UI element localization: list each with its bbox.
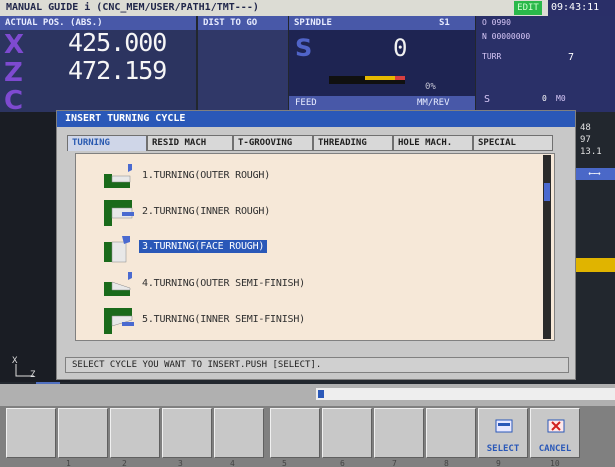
spindle-header: SPINDLE S1 bbox=[289, 16, 475, 30]
cycle-item-outer-rough[interactable]: 1.TURNING(OUTER ROUGH) bbox=[100, 162, 540, 192]
softkey-7[interactable] bbox=[322, 408, 372, 458]
axis-letter-z: Z bbox=[4, 58, 23, 88]
spindle-channel: S1 bbox=[439, 18, 450, 28]
cycle-list: 1.TURNING(OUTER ROUGH) 2.TURNING(INNER R… bbox=[75, 153, 555, 341]
program-info-panel: O 0990 N 00000000 TURR 7 S 0 M0 bbox=[476, 16, 615, 112]
spindle-percent: 0% bbox=[425, 82, 436, 92]
cycle-tabs: TURNING RESID MACH T-GROOVING THREADING … bbox=[67, 135, 565, 151]
side-indicator bbox=[574, 258, 615, 272]
position-panel: ACTUAL POS. (ABS.) X 425.000 Z 472.159 C bbox=[0, 16, 196, 116]
input-cursor bbox=[318, 390, 324, 398]
select-softkey[interactable]: SELECT bbox=[478, 408, 528, 458]
select-icon bbox=[495, 419, 513, 433]
spindle-load-limit bbox=[395, 76, 405, 80]
tab-special[interactable]: SPECIAL bbox=[473, 135, 553, 151]
inner-semi-finish-icon bbox=[104, 308, 134, 334]
softkey-8[interactable] bbox=[374, 408, 424, 458]
mode-badge: EDIT bbox=[514, 1, 542, 15]
cancel-softkey[interactable]: CANCEL bbox=[530, 408, 580, 458]
cnc-screen: MANUAL GUIDE i (CNC_MEM/USER/PATH1/TMT--… bbox=[0, 0, 615, 467]
tab-threading[interactable]: THREADING bbox=[313, 135, 393, 151]
sequence-number: N 00000000 bbox=[482, 32, 531, 41]
cycle-item-label: 4.TURNING(OUTER SEMI-FINISH) bbox=[142, 278, 305, 289]
insert-cycle-dialog: INSERT TURNING CYCLE TURNING RESID MACH … bbox=[56, 110, 576, 380]
face-rough-icon bbox=[104, 236, 130, 263]
turret-value: 7 bbox=[568, 52, 575, 63]
softkey-3[interactable] bbox=[110, 408, 160, 458]
axes-arrow-icon bbox=[15, 364, 34, 377]
window-title: MANUAL GUIDE i (CNC_MEM/USER/PATH1/TMT--… bbox=[6, 2, 259, 13]
input-line[interactable] bbox=[316, 388, 615, 400]
key-number: 10 bbox=[550, 459, 560, 467]
axis-value-z: 472.159 bbox=[68, 56, 167, 85]
tab-hole-mach[interactable]: HOLE MACH. bbox=[393, 135, 473, 151]
cycle-item-label: 1.TURNING(OUTER ROUGH) bbox=[142, 170, 271, 181]
softkey-1[interactable] bbox=[6, 408, 56, 458]
key-number: 4 bbox=[230, 459, 235, 467]
feed-unit: MM/REV bbox=[417, 98, 450, 108]
axis-value-x: 425.000 bbox=[68, 28, 167, 57]
cancel-label: CANCEL bbox=[538, 444, 572, 454]
axis-letter-x: X bbox=[4, 30, 25, 60]
side-arrow-icon: ⟵⟶ bbox=[574, 168, 615, 180]
s-code-value: 0 bbox=[542, 94, 547, 103]
cycle-item-label-selected: 3.TURNING(FACE ROUGH) bbox=[139, 240, 268, 253]
tab-resid-mach[interactable]: RESID MACH bbox=[147, 135, 233, 151]
cycle-item-label: 5.TURNING(INNER SEMI-FINISH) bbox=[142, 314, 305, 325]
softkey-6[interactable] bbox=[270, 408, 320, 458]
dialog-title: INSERT TURNING CYCLE bbox=[57, 111, 575, 127]
key-number: 2 bbox=[122, 459, 127, 467]
s-code-label: S bbox=[484, 94, 491, 105]
clock: 09:43:11 bbox=[548, 0, 615, 16]
key-number: 6 bbox=[340, 459, 345, 467]
softkey-5[interactable] bbox=[214, 408, 264, 458]
key-number: 3 bbox=[178, 459, 183, 467]
cycle-item-inner-rough[interactable]: 2.TURNING(INNER ROUGH) bbox=[100, 198, 540, 228]
cycle-item-face-rough[interactable]: 3.TURNING(FACE ROUGH) bbox=[100, 234, 540, 264]
spindle-panel: SPINDLE S1 S 0 0% FEED MM/REV bbox=[289, 16, 475, 112]
cycle-item-label: 2.TURNING(INNER ROUGH) bbox=[142, 206, 271, 217]
key-number: 8 bbox=[444, 459, 449, 467]
spindle-title: SPINDLE bbox=[294, 18, 332, 28]
feed-header: FEED MM/REV bbox=[289, 96, 475, 110]
feed-label: FEED bbox=[295, 98, 317, 108]
key-number: 7 bbox=[392, 459, 397, 467]
tab-t-grooving[interactable]: T-GROOVING bbox=[233, 135, 313, 151]
program-number: O 0990 bbox=[482, 18, 511, 27]
softkey-2[interactable] bbox=[58, 408, 108, 458]
turret-label: TURR bbox=[482, 52, 502, 61]
softkey-4[interactable] bbox=[162, 408, 212, 458]
select-label: SELECT bbox=[486, 444, 520, 454]
spindle-speed: 0 bbox=[393, 34, 408, 62]
side-value-3: 13.1 bbox=[580, 147, 602, 157]
tab-turning[interactable]: TURNING bbox=[67, 135, 147, 151]
cancel-icon bbox=[547, 419, 565, 433]
softkey-9[interactable] bbox=[426, 408, 476, 458]
spindle-letter: S bbox=[295, 34, 313, 62]
key-number: 9 bbox=[496, 459, 501, 467]
status-message: SELECT CYCLE YOU WANT TO INSERT.PUSH [SE… bbox=[65, 357, 569, 373]
list-scroll-thumb[interactable] bbox=[544, 183, 550, 201]
outer-rough-icon bbox=[104, 164, 132, 188]
cycle-item-outer-semi-finish[interactable]: 4.TURNING(OUTER SEMI-FINISH) bbox=[100, 270, 540, 300]
dist-to-go-header: DIST TO GO bbox=[198, 16, 288, 30]
key-number: 5 bbox=[282, 459, 287, 467]
spindle-load-fill bbox=[365, 76, 395, 80]
side-value-1: 48 bbox=[580, 123, 591, 133]
dist-to-go-panel: DIST TO GO bbox=[198, 16, 288, 112]
key-number: 1 bbox=[66, 459, 71, 467]
cycle-item-inner-semi-finish[interactable]: 5.TURNING(INNER SEMI-FINISH) bbox=[100, 306, 540, 336]
side-value-2: 97 bbox=[580, 135, 591, 145]
side-values: 48 97 13.1 bbox=[580, 122, 615, 158]
m-code-value: M0 bbox=[556, 94, 566, 103]
outer-semi-finish-icon bbox=[104, 272, 132, 296]
inner-rough-icon bbox=[104, 200, 134, 226]
